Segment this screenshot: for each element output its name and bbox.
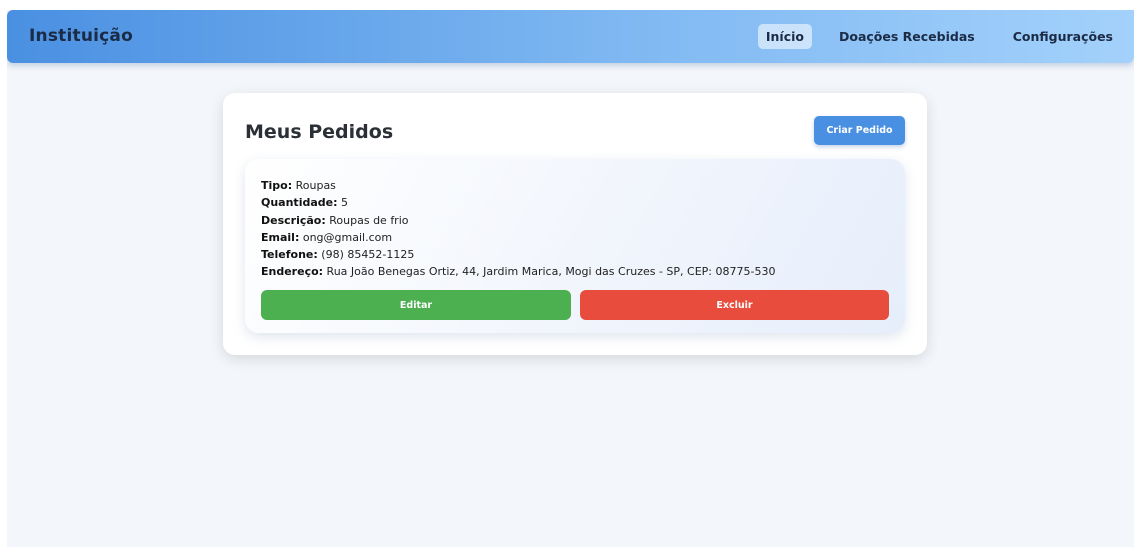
order-item: Tipo: Roupas Quantidade: 5 Descrição: Ro… xyxy=(245,159,905,333)
delete-order-button[interactable]: Excluir xyxy=(580,290,889,320)
order-actions: Editar Excluir xyxy=(261,290,889,320)
order-field-email: Email: ong@gmail.com xyxy=(261,229,775,246)
field-value: ong@gmail.com xyxy=(302,230,393,244)
create-order-button[interactable]: Criar Pedido xyxy=(814,116,905,145)
field-value: (98) 85452-1125 xyxy=(321,248,415,262)
field-label: Endereço: xyxy=(261,265,324,279)
field-value: Rua João Benegas Ortiz, 44, Jardim Maric… xyxy=(326,265,776,279)
orders-card: Meus Pedidos Criar Pedido Tipo: Roupas Q… xyxy=(223,93,927,355)
field-value: Roupas xyxy=(295,179,336,192)
brand-title: Instituição xyxy=(29,26,133,46)
nav-link-configuracoes[interactable]: Configurações xyxy=(1005,24,1121,49)
nav-links: Início Doações Recebidas Configurações xyxy=(757,10,1134,63)
field-value: Roupas de frio xyxy=(329,213,409,227)
order-details: Tipo: Roupas Quantidade: 5 Descrição: Ro… xyxy=(261,177,775,281)
field-label: Tipo: xyxy=(261,179,293,192)
order-field-phone: Telefone: (98) 85452-1125 xyxy=(261,246,775,263)
page-title: Meus Pedidos xyxy=(245,121,394,143)
field-label: Email: xyxy=(261,230,300,244)
field-value: 5 xyxy=(341,196,348,210)
field-label: Telefone: xyxy=(261,248,318,262)
app-window: Instituição Início Doações Recebidas Con… xyxy=(7,10,1134,547)
top-navbar: Instituição Início Doações Recebidas Con… xyxy=(7,10,1134,63)
field-label: Descrição: xyxy=(261,213,326,227)
nav-link-inicio[interactable]: Início xyxy=(757,24,812,49)
nav-link-doacoes-recebidas[interactable]: Doações Recebidas xyxy=(831,24,983,49)
edit-order-button[interactable]: Editar xyxy=(261,290,571,320)
order-field-type: Tipo: Roupas xyxy=(261,177,775,194)
order-field-quantity: Quantidade: 5 xyxy=(261,194,775,211)
order-field-description: Descrição: Roupas de frio xyxy=(261,212,775,229)
field-label: Quantidade: xyxy=(261,196,338,210)
order-field-address: Endereço: Rua João Benegas Ortiz, 44, Ja… xyxy=(261,263,775,280)
